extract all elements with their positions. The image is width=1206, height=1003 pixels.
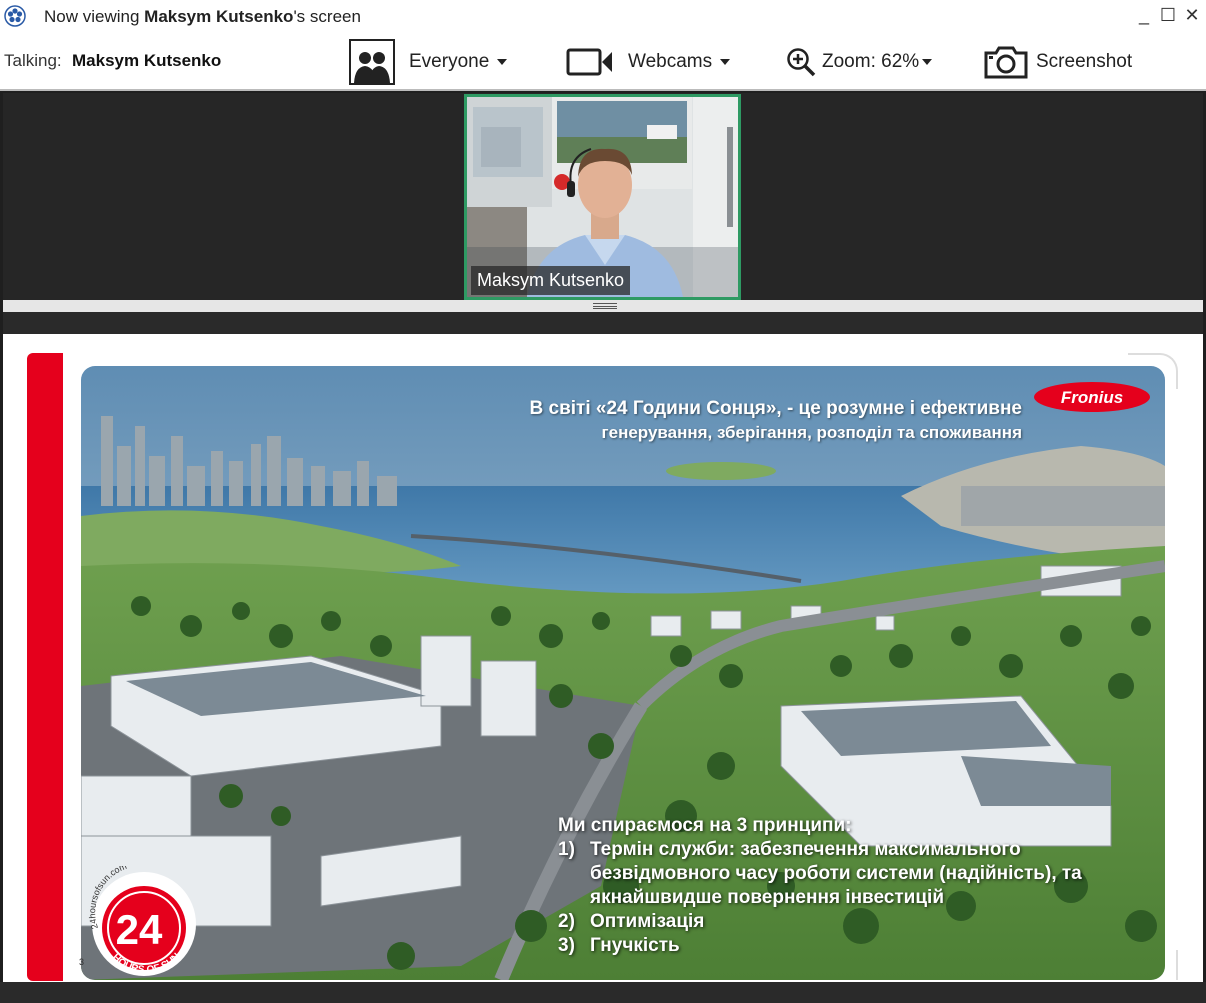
users-icon — [349, 38, 395, 85]
maximize-button[interactable]: ☐ — [1158, 4, 1178, 26]
principle-item: 1) Термін служби: забезпечення максимальн… — [558, 839, 1082, 908]
fronius-logo: Fronius — [1034, 382, 1150, 412]
slide-edge-decoration — [1174, 950, 1178, 980]
screenshot-button[interactable]: Screenshot — [984, 34, 1132, 89]
window-controls: _ ☐ ✕ — [1134, 4, 1202, 26]
slide-headline: В світі «24 Години Сонця», - це розумне … — [529, 398, 1022, 419]
webcam-tile[interactable]: Maksym Kutsenko — [464, 94, 741, 300]
zoom-label: Zoom: 62% — [822, 50, 920, 72]
fronius-logo-text: Fronius — [1061, 388, 1123, 407]
chevron-down-icon — [720, 58, 731, 65]
chevron-down-icon — [497, 58, 508, 65]
principle-item: 2) Оптимізація — [558, 911, 705, 932]
screenshot-label: Screenshot — [1036, 50, 1133, 72]
zoom-in-icon — [787, 47, 816, 76]
talking-label: Talking: — [4, 51, 62, 70]
webcam-name-label: Maksym Kutsenko — [471, 266, 631, 295]
drag-handle-icon[interactable] — [593, 303, 617, 309]
everyone-dropdown[interactable]: Everyone — [349, 34, 508, 89]
minimize-button[interactable]: _ — [1134, 4, 1154, 26]
window-title: Now viewing Maksym Kutsenko's screen — [44, 7, 361, 26]
badge-number: 24 — [116, 906, 163, 953]
app-logo-icon — [4, 5, 26, 27]
title-bar: Now viewing Maksym Kutsenko's screen _ ☐… — [0, 0, 1206, 34]
chevron-down-icon — [922, 58, 933, 65]
close-button[interactable]: ✕ — [1182, 4, 1202, 26]
zoom-dropdown[interactable]: Zoom: 62% — [786, 34, 933, 89]
resize-divider[interactable] — [3, 300, 1203, 312]
slide-subheadline: генерування, зберігання, розподіл та спо… — [601, 423, 1022, 442]
everyone-label: Everyone — [409, 50, 490, 72]
talking-name: Maksym Kutsenko — [72, 51, 222, 70]
principle-item: 3) Гнучкість — [558, 935, 680, 956]
video-camera-icon — [566, 48, 612, 75]
camera-icon — [984, 46, 1028, 78]
principles-title: Ми спираємося на 3 принципи: — [558, 815, 852, 836]
webcams-label: Webcams — [628, 50, 713, 72]
slide-page-number: 3 — [79, 957, 85, 967]
principles-block: Ми спираємося на 3 принципи: 1) Термін сл… — [558, 814, 1158, 958]
screen-share-bottom-band — [0, 982, 1206, 1003]
webcams-dropdown[interactable]: Webcams — [566, 34, 731, 89]
screen-share-top-band — [3, 312, 1203, 334]
toolbar: Talking: Maksym Kutsenko Everyone Webcam… — [0, 34, 1206, 91]
slide-red-bar — [27, 353, 63, 981]
24-hours-of-sun-badge: 24 24hoursofsun.com HOURS OF SUN — [87, 866, 196, 976]
